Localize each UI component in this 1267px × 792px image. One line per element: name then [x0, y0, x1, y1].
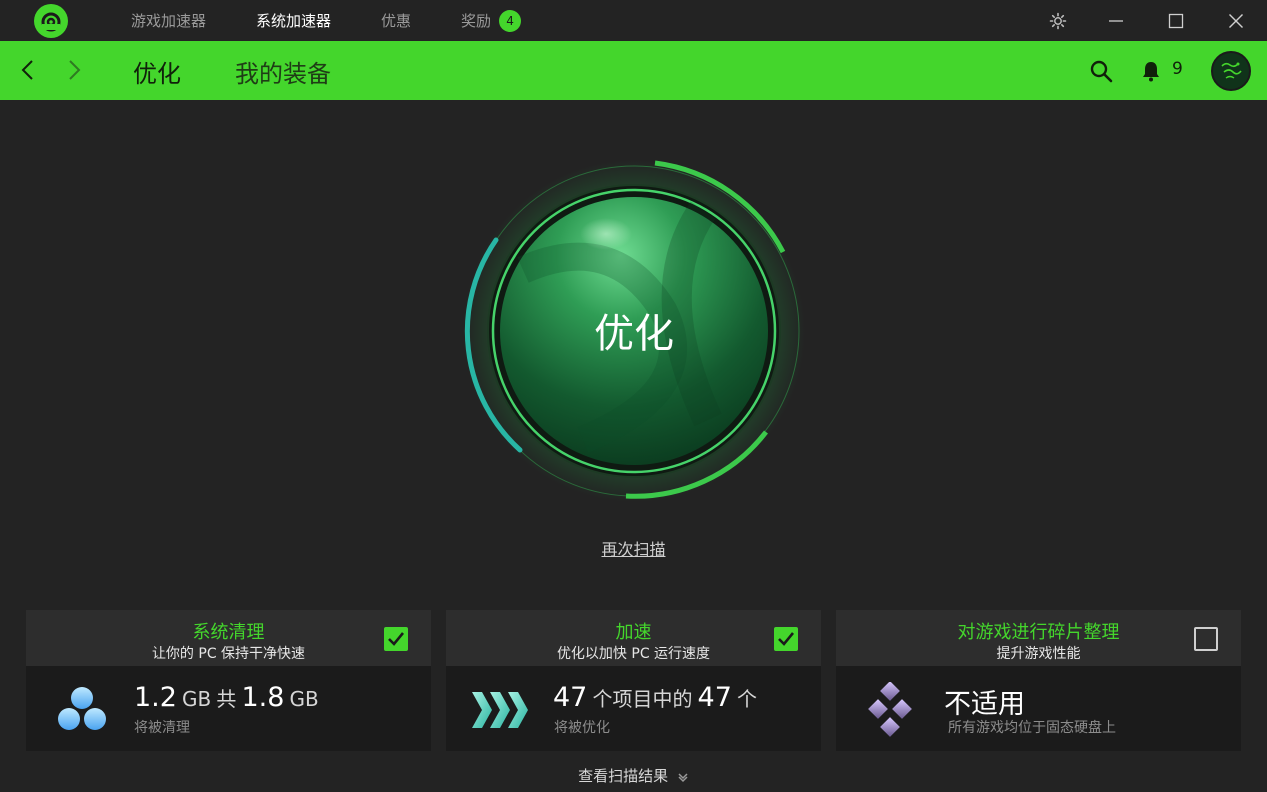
card-header: 系统清理 让你的 PC 保持干净快速	[26, 610, 431, 666]
system-cleanup-checkbox[interactable]	[384, 627, 408, 651]
tab-system-booster[interactable]: 系统加速器	[256, 10, 331, 31]
speed-up-checkbox[interactable]	[774, 627, 798, 651]
speed-up-summary: 47 个项目中的 47 个	[553, 682, 757, 713]
speed-up-count: 47	[553, 682, 588, 713]
title-bar: 游戏加速器 系统加速器 优惠 奖励 4	[0, 0, 1267, 41]
speed-up-total: 47	[697, 682, 732, 713]
settings-button[interactable]	[1038, 0, 1078, 41]
defrag-summary: 不适用	[944, 682, 1025, 721]
defrag-note: 所有游戏均位于固态硬盘上	[948, 720, 1116, 736]
cleanup-amount: 1.2	[134, 682, 177, 713]
section-nav-bar: 优化 我的装备 9	[0, 41, 1267, 100]
user-avatar[interactable]	[1211, 51, 1251, 91]
forward-button[interactable]	[58, 54, 90, 86]
defrag-checkbox[interactable]	[1194, 627, 1218, 651]
optimize-label: 优化	[594, 311, 674, 357]
close-button[interactable]	[1216, 0, 1256, 41]
maximize-icon	[1168, 13, 1184, 28]
cleanup-unit: GB	[182, 687, 212, 711]
rescan-link[interactable]: 再次扫描	[0, 536, 1267, 560]
app-window: 游戏加速器 系统加速器 优惠 奖励 4 优化 我的装备 9 优化 再次扫描 系统…	[0, 0, 1267, 792]
cleanup-bubbles-icon	[58, 687, 106, 730]
checkmark-icon	[388, 632, 405, 646]
tab-label: 游戏加速器	[131, 12, 207, 30]
chevron-left-icon	[21, 60, 33, 80]
razer-snake-icon	[1221, 62, 1242, 79]
tab-optimize[interactable]: 优化	[133, 54, 181, 89]
tab-label: 系统加速器	[256, 12, 332, 30]
speed-chevrons-icon	[472, 692, 528, 728]
speed-up-note: 将被优化	[554, 720, 610, 736]
notification-count: 9	[1172, 59, 1183, 79]
cleanup-summary: 1.2 GB 共 1.8 GB	[134, 682, 319, 713]
defrag-status: 不适用	[944, 689, 1025, 720]
tab-label: 奖励	[461, 12, 492, 30]
card-speed-up: 加速 优化以加快 PC 运行速度 47 个项目中的 47 个 将被优化	[446, 610, 821, 751]
tab-my-devices[interactable]: 我的装备	[235, 54, 331, 89]
speed-up-suffix: 个	[737, 687, 757, 711]
card-system-cleanup: 系统清理 让你的 PC 保持干净快速 1.2 GB 共 1.8 GB 将被清理	[26, 610, 431, 751]
back-button[interactable]	[12, 54, 44, 86]
card-header: 对游戏进行碎片整理 提升游戏性能	[836, 610, 1241, 666]
minimize-button[interactable]	[1096, 0, 1136, 41]
speed-up-mid: 个项目中的	[592, 687, 693, 711]
rewards-badge: 4	[499, 9, 522, 32]
tab-label: 优惠	[381, 12, 412, 30]
card-title: 系统清理	[192, 622, 265, 643]
optimize-orb[interactable]: 优化	[463, 160, 805, 502]
tab-rewards[interactable]: 奖励 4	[461, 9, 522, 32]
cleanup-total: 1.8	[241, 682, 285, 713]
card-title: 加速	[615, 622, 652, 643]
search-icon	[1090, 60, 1113, 83]
chevron-down-icon	[678, 772, 688, 782]
card-defrag-games: 对游戏进行碎片整理 提升游戏性能 不适用 所有游戏均位于固态硬盘上	[836, 610, 1241, 751]
bell-icon	[1143, 62, 1159, 82]
tab-deals[interactable]: 优惠	[381, 10, 411, 31]
card-title: 对游戏进行碎片整理	[957, 622, 1120, 643]
cleanup-note: 将被清理	[134, 720, 190, 736]
cortex-logo-icon[interactable]	[34, 4, 68, 38]
card-subtitle: 让你的 PC 保持干净快速	[151, 646, 306, 662]
search-button[interactable]	[1086, 56, 1116, 86]
card-subtitle: 提升游戏性能	[996, 646, 1081, 662]
chevron-right-icon	[69, 60, 81, 80]
view-scan-results-button[interactable]: 查看扫描结果	[0, 765, 1267, 786]
cleanup-joiner: 共	[216, 687, 237, 711]
view-results-label: 查看扫描结果	[578, 767, 669, 785]
checkmark-icon	[778, 632, 795, 646]
tab-game-booster[interactable]: 游戏加速器	[131, 10, 206, 31]
gear-icon	[1049, 12, 1067, 29]
card-header: 加速 优化以加快 PC 运行速度	[446, 610, 821, 666]
cleanup-total-unit: GB	[289, 687, 319, 711]
minimize-icon	[1109, 19, 1123, 22]
defrag-blocks-icon	[868, 682, 912, 737]
notifications-button[interactable]	[1136, 56, 1166, 86]
maximize-button[interactable]	[1156, 0, 1196, 41]
close-icon	[1229, 13, 1243, 28]
card-subtitle: 优化以加快 PC 运行速度	[556, 646, 711, 662]
top-navigation: 游戏加速器 系统加速器 优惠 奖励 4	[131, 0, 571, 41]
